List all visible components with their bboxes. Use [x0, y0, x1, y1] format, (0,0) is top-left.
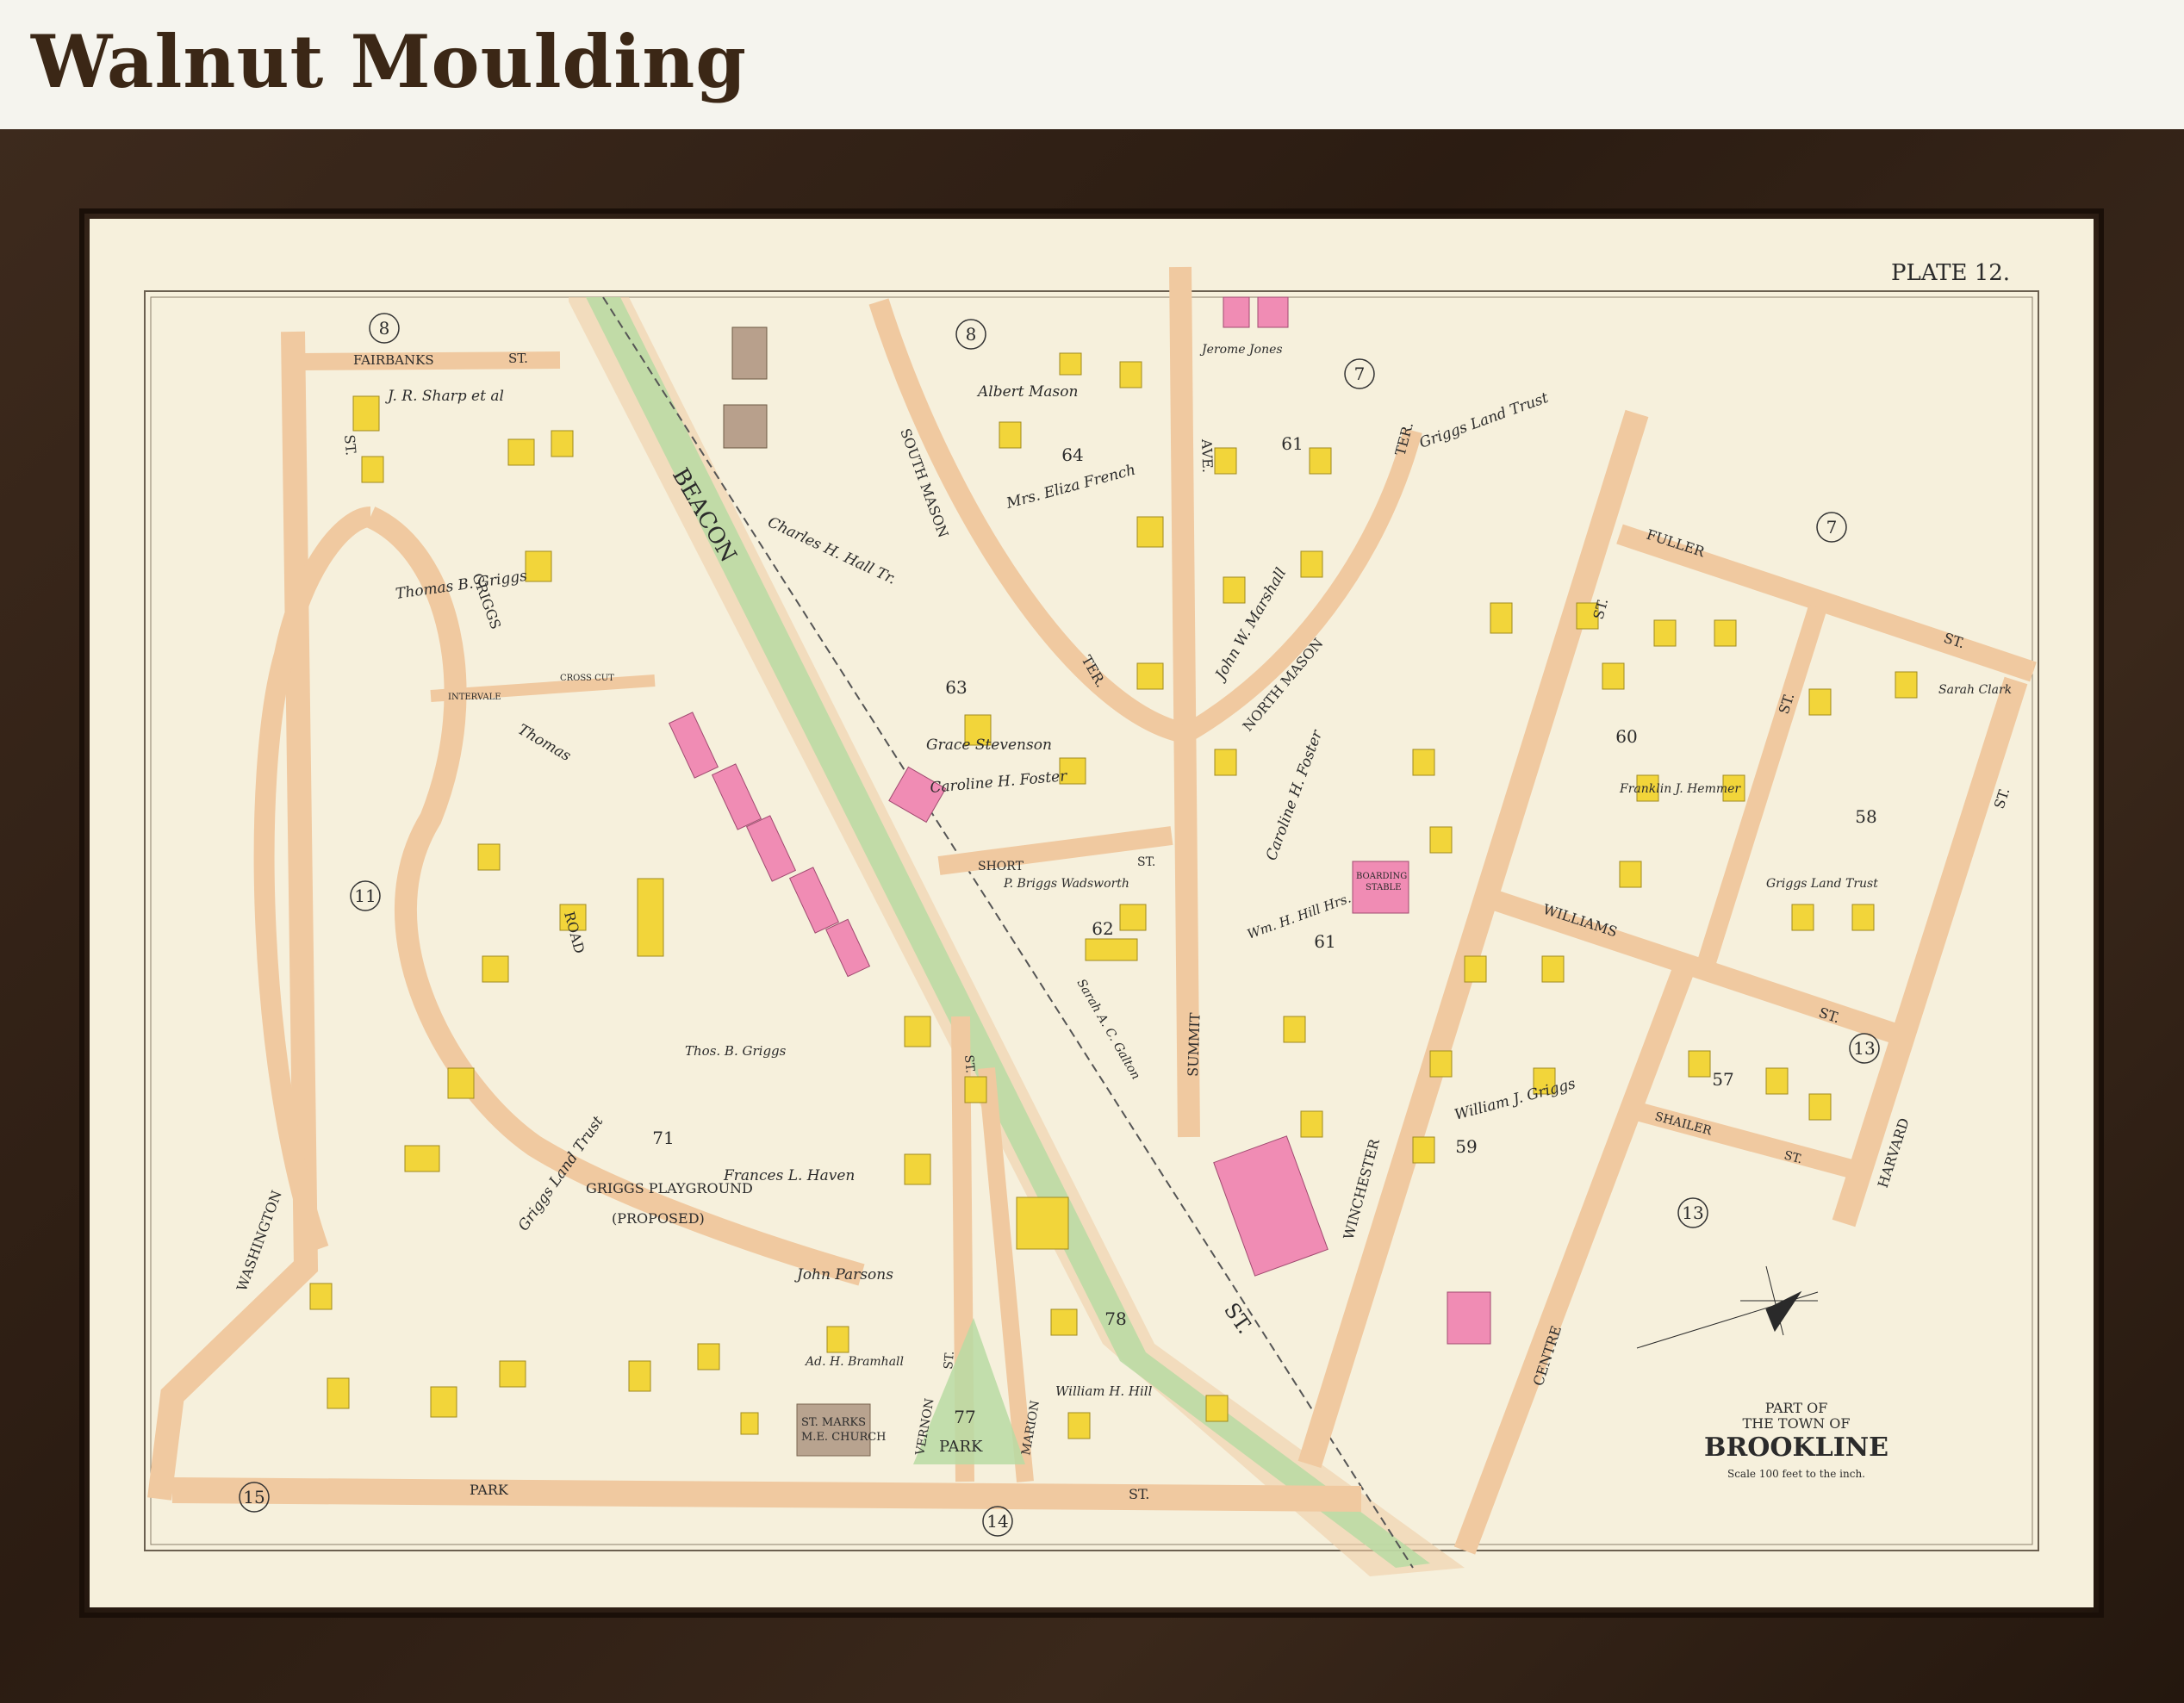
lot-63: 63 [945, 677, 967, 698]
owner-ad-bramhall: Ad. H. Bramhall [804, 1355, 904, 1369]
park-street [171, 1477, 1362, 1512]
block-11: 11 [354, 886, 376, 906]
block-8b: 8 [966, 324, 977, 345]
stable-label-2: STABLE [1366, 883, 1401, 892]
cartouche-line4: Scale 100 feet to the inch. [1727, 1468, 1865, 1480]
lot-57: 57 [1712, 1069, 1733, 1090]
owner-charles-hall: Charles H. Hall Tr. [765, 513, 899, 587]
street-beacon-st: ST. [1219, 1298, 1257, 1338]
block-13a: 13 [1853, 1038, 1875, 1059]
owner-albert-mason: Albert Mason [976, 383, 1078, 401]
owner-caroline-foster: Caroline H. Foster [930, 768, 1068, 797]
centre-street [1453, 952, 1700, 1555]
fuller-street [1616, 524, 2037, 682]
block-7a: 7 [1354, 364, 1366, 384]
lot-58: 58 [1855, 806, 1876, 827]
lot-61b: 61 [1314, 931, 1335, 952]
lot-78: 78 [1104, 1308, 1126, 1329]
lot-64: 64 [1061, 444, 1083, 465]
owner-jerome-jones: Jerome Jones [1199, 343, 1283, 357]
street-vernon-st: ST. [942, 1351, 957, 1370]
lot-61a: 61 [1281, 433, 1303, 454]
street-harvard-st: ST. [1991, 786, 2013, 811]
compass-rose [1636, 1265, 1819, 1349]
griggs-road-outer [253, 507, 372, 1252]
owner-sarah-griggs: Sarah A. C. Galton [1074, 977, 1143, 1082]
owner-thos-griggs2: Thos. B. Griggs [685, 1043, 787, 1059]
block-14: 14 [986, 1511, 1008, 1532]
street-park-st: ST. [1129, 1486, 1149, 1502]
lot-77: 77 [954, 1407, 975, 1427]
block-15: 15 [243, 1487, 264, 1507]
cartouche-line3: BROOKLINE [1704, 1433, 1888, 1463]
owner-frances-haven: Frances L. Haven [723, 1167, 855, 1184]
lot-71: 71 [652, 1128, 674, 1148]
street-fairbanks: FAIRBANKS [353, 352, 434, 368]
owner-eliza-french: Mrs. Eliza French [1004, 462, 1137, 513]
owner-john-parsons: John Parsons [794, 1266, 893, 1283]
street-park: PARK [470, 1482, 509, 1498]
street-winchester-st: ST. [1590, 597, 1612, 621]
owner-sharp: J. R. Sharp et al [385, 388, 504, 405]
north-mason-ter [1184, 428, 1422, 741]
owner-griggs-land-trust3: Griggs Land Trust [1766, 877, 1878, 891]
owner-sarah-clark: Sarah Clark [1938, 683, 2012, 697]
church-building [796, 1403, 871, 1457]
church-label-1: ST. MARKS [801, 1416, 866, 1429]
proposed-label: (PROPOSED) [612, 1210, 705, 1227]
block-7b: 7 [1826, 517, 1838, 538]
lot-59: 59 [1455, 1136, 1477, 1157]
owner-p-briggs: P. Briggs Wadsworth [1003, 877, 1129, 891]
block-8a: 8 [379, 318, 390, 339]
harvard-street [1832, 676, 2028, 1228]
lot-62: 62 [1092, 918, 1113, 939]
plate-label: PLATE 12. [1891, 260, 2010, 286]
street-summit: SUMMIT [1185, 1012, 1204, 1077]
brown-buildings [723, 326, 768, 449]
summit-ave [1169, 266, 1200, 1138]
street-cross-cut: CROSS CUT [560, 674, 614, 683]
street-intervale: INTERVALE [448, 693, 501, 702]
street-washington-st: ST. [341, 434, 359, 457]
cartouche: PART OF THE TOWN OF BROOKLINE Scale 100 … [1704, 1400, 1888, 1480]
street-short-st: ST. [1137, 855, 1155, 869]
cartouche-line2: THE TOWN OF [1743, 1415, 1851, 1432]
owner-william-griggs: William J. Griggs [1453, 1075, 1577, 1124]
cartouche-line1: PART OF [1765, 1400, 1828, 1416]
washington-street [147, 331, 319, 1501]
owner-william-hill: William H. Hill [1055, 1383, 1153, 1399]
map-svg: PLATE 12. FAIRBANKS ST. BEACON ST. GRIGG… [144, 260, 2039, 1576]
owner-caroline-foster2: Caroline H. Foster [1263, 727, 1327, 862]
owner-wm-hill: Wm. H. Hill Hrs. [1245, 890, 1353, 942]
church-label-2: M.E. CHURCH [801, 1431, 887, 1444]
owner-grace-stevenson: Grace Stevenson [926, 737, 1052, 754]
street-fairbanks-st: ST. [508, 351, 528, 366]
lot-60: 60 [1615, 726, 1637, 747]
block-13b: 13 [1682, 1203, 1703, 1223]
street-short: SHORT [978, 860, 1024, 873]
park-label: PARK [939, 1438, 983, 1456]
street-marion-st: ST. [961, 1054, 977, 1074]
owner-thomas: Thomas [515, 721, 575, 765]
owner-franklin-hemmer: Franklin J. Hemmer [1619, 782, 1741, 796]
owner-griggs-land-trust2: Griggs Land Trust [1417, 389, 1551, 452]
stable-label-1: BOARDING [1356, 872, 1407, 881]
street-ave: AVE. [1198, 438, 1216, 473]
